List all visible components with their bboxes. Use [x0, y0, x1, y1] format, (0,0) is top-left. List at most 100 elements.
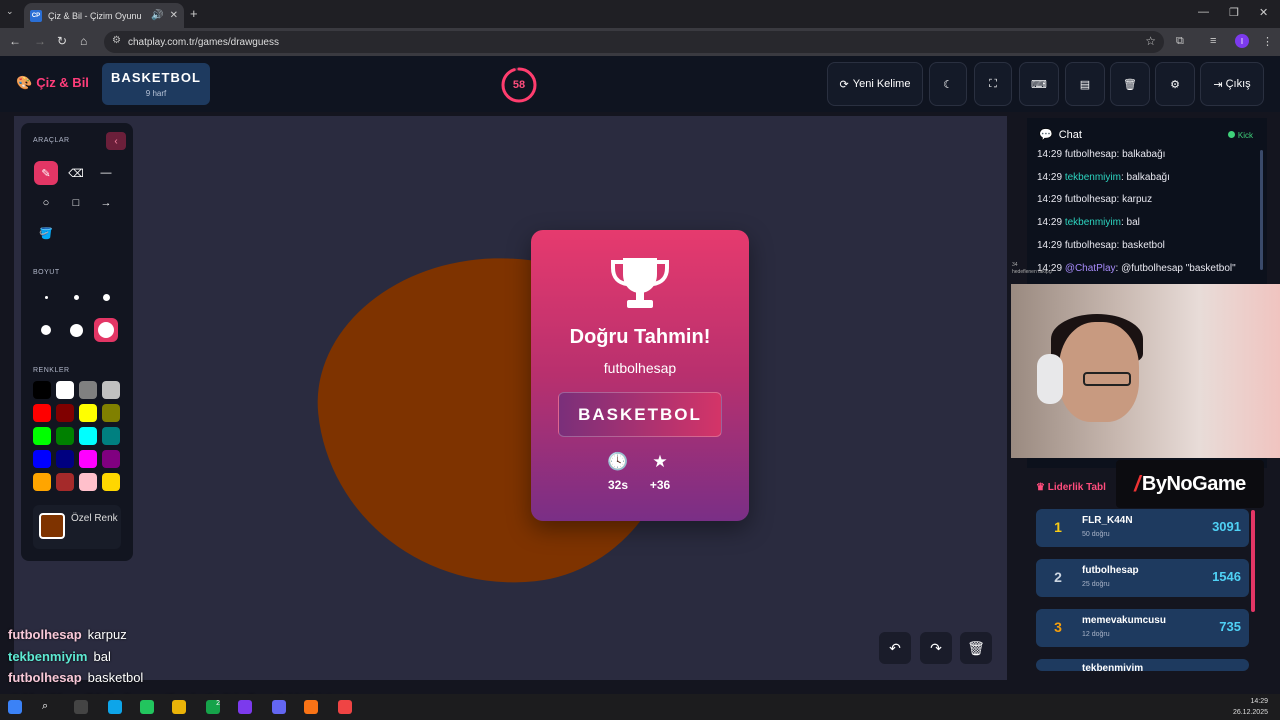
- fill-tool[interactable]: 🪣: [34, 221, 58, 245]
- message-user[interactable]: futbolhesap: [1065, 194, 1117, 205]
- undo-button[interactable]: ↶: [879, 632, 911, 664]
- chrome-icon[interactable]: [272, 700, 286, 714]
- settings-button[interactable]: ⚙: [1155, 62, 1195, 106]
- exit-button[interactable]: ⇥ Çıkış: [1200, 62, 1264, 106]
- color-swatch[interactable]: [56, 473, 74, 491]
- color-swatch[interactable]: [33, 404, 51, 422]
- collapse-panel-button[interactable]: ‹: [106, 132, 126, 150]
- app-icon[interactable]: [304, 700, 318, 714]
- app-icon[interactable]: [140, 700, 154, 714]
- color-swatch[interactable]: [79, 404, 97, 422]
- overlay-chat-message: futbolhesap basketbol: [8, 670, 143, 685]
- chat-scrollbar[interactable]: [1260, 150, 1263, 270]
- size-2[interactable]: [64, 285, 88, 309]
- clear-button[interactable]: 🗑: [1110, 62, 1150, 106]
- color-swatch[interactable]: [33, 427, 51, 445]
- size-1[interactable]: [34, 285, 58, 309]
- color-swatch[interactable]: [56, 381, 74, 399]
- task-view-icon[interactable]: [74, 700, 88, 714]
- color-swatch[interactable]: [79, 450, 97, 468]
- color-swatch[interactable]: [79, 381, 97, 399]
- custom-color-label: Özel Renk: [71, 513, 118, 524]
- search-icon[interactable]: ⌕: [42, 700, 56, 714]
- size-4[interactable]: [34, 318, 58, 342]
- browser-tab[interactable]: CP Çiz & Bil - Çizim Oyunu 🔊 ✕: [24, 3, 184, 28]
- reload-icon[interactable]: ↻: [57, 34, 67, 48]
- new-word-button[interactable]: ⟳ Yeni Kelime: [827, 62, 923, 106]
- speaker-icon[interactable]: 🔊: [151, 10, 163, 21]
- status-dot: [1227, 131, 1235, 138]
- restore-icon[interactable]: ❐: [1229, 6, 1239, 19]
- color-swatch[interactable]: [33, 450, 51, 468]
- rectangle-tool[interactable]: □: [64, 191, 88, 215]
- whatsapp-badge: 2: [216, 700, 220, 707]
- clock-date: 26.12.2025: [1232, 709, 1268, 716]
- size-3[interactable]: [94, 285, 118, 309]
- refresh-icon: ⟳: [839, 78, 849, 91]
- message-user[interactable]: @ChatPlay: [1065, 263, 1116, 274]
- bookmark-star-icon[interactable]: ☆: [1145, 34, 1156, 48]
- color-swatch[interactable]: [33, 381, 51, 399]
- menu-icon[interactable]: ⋮: [1262, 35, 1273, 48]
- message-user[interactable]: futbolhesap: [1065, 149, 1117, 160]
- color-swatch[interactable]: [79, 473, 97, 491]
- colors-heading: RENKLER: [33, 367, 70, 374]
- extensions-icon[interactable]: ⧉: [1176, 35, 1184, 48]
- tab-search-icon[interactable]: ⌄: [6, 6, 14, 17]
- circle-tool[interactable]: ○: [34, 191, 58, 215]
- color-swatch[interactable]: [56, 450, 74, 468]
- color-swatch[interactable]: [102, 427, 120, 445]
- edge-icon[interactable]: [108, 700, 122, 714]
- eraser-tool[interactable]: ⌫: [64, 161, 88, 185]
- close-tab-icon[interactable]: ✕: [170, 10, 178, 21]
- media-icon[interactable]: ≡: [1210, 35, 1216, 47]
- redo-button[interactable]: ↷: [920, 632, 952, 664]
- url-field[interactable]: ⚙ chatplay.com.tr/games/drawguess ☆: [104, 31, 1164, 53]
- windows-start-icon[interactable]: [8, 700, 22, 714]
- color-swatch[interactable]: [102, 404, 120, 422]
- profile-avatar[interactable]: I: [1235, 34, 1249, 48]
- color-swatch[interactable]: [56, 404, 74, 422]
- color-swatch[interactable]: [102, 473, 120, 491]
- line-tool[interactable]: —: [94, 161, 118, 185]
- crown-icon: ♛: [1036, 482, 1048, 493]
- site-info-icon[interactable]: ⚙: [112, 35, 121, 46]
- fullscreen-button[interactable]: ⛶: [974, 62, 1012, 106]
- kick-label: Kick: [1237, 131, 1253, 140]
- dark-mode-button[interactable]: ☾: [929, 62, 967, 106]
- new-tab-icon[interactable]: +: [190, 6, 198, 21]
- line-icon: —: [100, 167, 112, 179]
- forward-icon[interactable]: →: [34, 34, 46, 48]
- letter-count: 9 harf: [145, 89, 167, 98]
- color-swatch[interactable]: [102, 450, 120, 468]
- webcam-overlay: [1011, 284, 1280, 458]
- obs-icon[interactable]: [338, 700, 352, 714]
- archive-button[interactable]: ▤: [1065, 62, 1105, 106]
- message-user[interactable]: futbolhesap: [1065, 240, 1117, 251]
- folder-icon[interactable]: [172, 700, 186, 714]
- home-icon[interactable]: ⌂: [80, 34, 87, 48]
- star-icon: ★: [652, 452, 668, 471]
- message-user[interactable]: tekbenmiyim: [1065, 172, 1121, 183]
- minimize-icon[interactable]: —: [1198, 6, 1209, 18]
- brush-tool[interactable]: ✎: [34, 161, 58, 185]
- points-stat: ★ +36: [640, 452, 680, 492]
- close-window-icon[interactable]: ✕: [1259, 6, 1268, 19]
- leaderboard-scrollbar[interactable]: [1251, 510, 1255, 612]
- arrow-tool[interactable]: →: [94, 191, 118, 215]
- color-swatch[interactable]: [102, 381, 120, 399]
- clear-canvas-button[interactable]: 🗑: [960, 632, 992, 664]
- custom-color-button[interactable]: Özel Renk: [33, 505, 121, 549]
- color-swatch[interactable]: [33, 473, 51, 491]
- color-swatch[interactable]: [56, 427, 74, 445]
- chat-message: 14:29 tekbenmiyim: bal: [1037, 217, 1140, 228]
- size-6[interactable]: [94, 318, 118, 342]
- color-swatch[interactable]: [79, 427, 97, 445]
- app-logo[interactable]: 🎨 Çiz & Bil: [16, 75, 89, 91]
- whatsapp-icon[interactable]: 2: [206, 700, 220, 714]
- app-icon[interactable]: [238, 700, 252, 714]
- message-user[interactable]: tekbenmiyim: [1065, 217, 1121, 228]
- keyboard-button[interactable]: ⌨: [1019, 62, 1059, 106]
- size-5[interactable]: [64, 318, 88, 342]
- back-icon[interactable]: ←: [9, 34, 21, 48]
